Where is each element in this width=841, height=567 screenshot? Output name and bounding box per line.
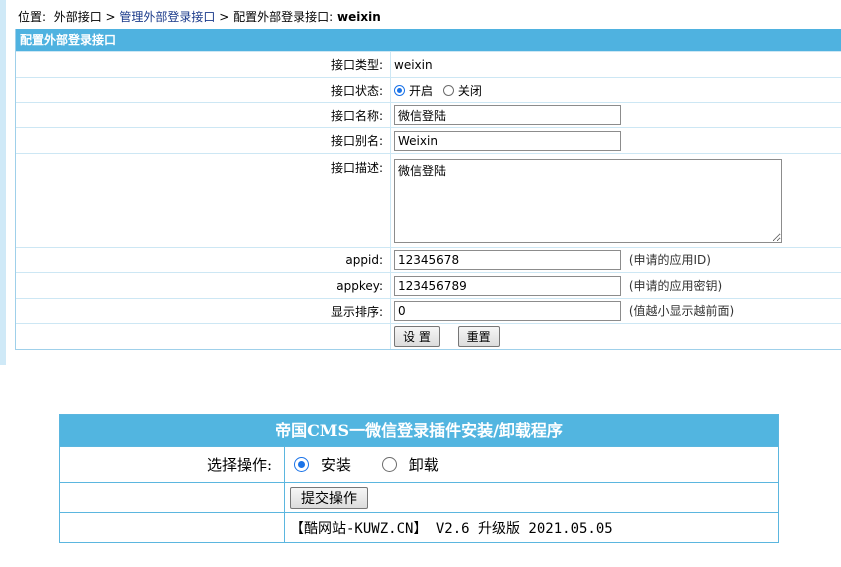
uninstall-radio[interactable]: [381, 456, 397, 472]
type-label: 接口类型:: [16, 51, 391, 78]
status-label: 接口状态:: [16, 77, 391, 103]
appkey-input[interactable]: [394, 275, 621, 296]
breadcrumb: 位置: 外部接口 > 管理外部登录接口 > 配置外部登录接口: weixin: [18, 9, 381, 25]
installer-title: 帝国CMS一微信登录插件安装/卸载程序: [60, 415, 778, 446]
name-label: 接口名称:: [16, 102, 391, 128]
submit-operation-button[interactable]: 提交操作: [290, 486, 368, 509]
status-off-option[interactable]: 关闭: [442, 82, 482, 99]
breadcrumb-separator: >: [219, 10, 230, 24]
installer-table: 选择操作: 安装 卸载 提交操作 【酷网站-KUWZ.CN】 V2.6 升级版 …: [60, 446, 778, 542]
alias-input[interactable]: [394, 130, 621, 151]
config-form-table: 接口类型: weixin 接口状态: 开启 关闭 接口名称: 接口别名:: [16, 51, 841, 349]
uninstall-label: 卸载: [408, 455, 439, 474]
uninstall-option[interactable]: 卸载: [378, 454, 439, 475]
appkey-label: appkey:: [16, 272, 391, 299]
status-on-option[interactable]: 开启: [394, 82, 433, 99]
breadcrumb-separator: >: [105, 10, 116, 24]
submit-label-cell: [60, 482, 285, 513]
install-label: 安装: [321, 455, 352, 474]
actions-label-cell: [16, 323, 391, 349]
reset-button[interactable]: 重置: [457, 326, 500, 347]
alias-label: 接口别名:: [16, 127, 391, 154]
version-text: 【酷网站-KUWZ.CN】 V2.6 升级版 2021.05.05: [290, 520, 613, 537]
order-hint: (值越小显示越前面): [628, 304, 735, 318]
desc-textarea[interactable]: 微信登陆: [394, 158, 782, 243]
breadcrumb-prefix: 位置:: [18, 10, 47, 24]
order-input[interactable]: [394, 301, 621, 321]
breadcrumb-current: weixin: [337, 10, 381, 24]
appkey-hint: (申请的应用密钥): [628, 278, 723, 293]
installer-panel: 帝国CMS一微信登录插件安装/卸载程序 选择操作: 安装 卸载 提交操作 【酷网…: [59, 414, 779, 543]
status-on-radio[interactable]: [394, 84, 405, 96]
config-form-title: 配置外部登录接口: [16, 29, 841, 51]
status-on-label: 开启: [409, 83, 434, 98]
submit-button[interactable]: 设 置: [394, 326, 440, 347]
status-off-radio[interactable]: [442, 84, 454, 96]
appid-input[interactable]: [394, 250, 621, 270]
config-form-panel: 配置外部登录接口 接口类型: weixin 接口状态: 开启 关闭 接口名称:: [15, 29, 841, 350]
install-radio[interactable]: [294, 456, 309, 472]
breadcrumb-manage-login-api[interactable]: 管理外部登录接口: [119, 10, 215, 24]
appid-label: appid:: [16, 247, 391, 273]
status-off-label: 关闭: [457, 83, 482, 98]
order-label: 显示排序:: [16, 298, 391, 324]
install-option[interactable]: 安装: [290, 454, 351, 475]
name-input[interactable]: [394, 105, 621, 125]
desc-label: 接口描述:: [16, 153, 391, 248]
appid-hint: (申请的应用ID): [628, 253, 711, 267]
type-value: weixin: [390, 51, 841, 78]
version-label-cell: [60, 512, 285, 542]
breadcrumb-config-login-api: 配置外部登录接口:: [233, 10, 334, 24]
breadcrumb-external-api[interactable]: 外部接口: [54, 10, 102, 24]
left-panel-strip: [0, 0, 6, 365]
operation-label: 选择操作:: [60, 446, 285, 483]
